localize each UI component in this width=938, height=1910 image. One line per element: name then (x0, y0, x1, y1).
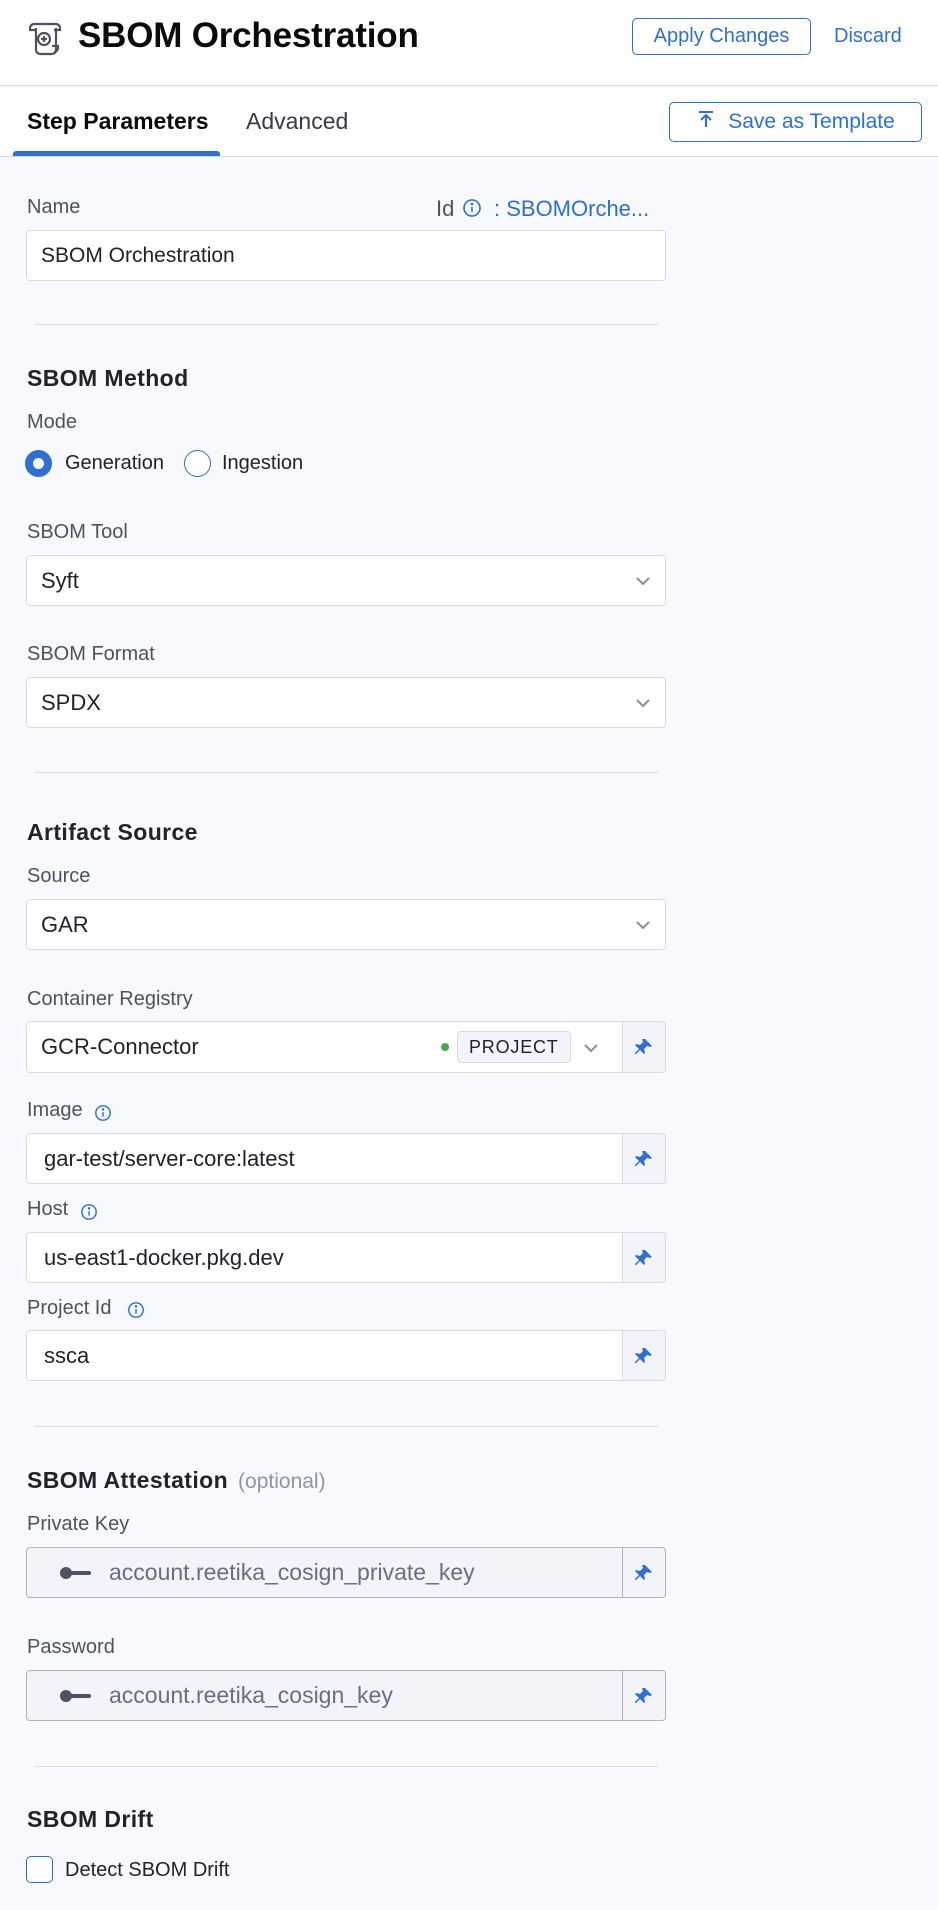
host-label: Host (27, 1198, 69, 1220)
container-registry-value: GCR-Connector (41, 1034, 199, 1059)
apply-changes-button[interactable]: Apply Changes (632, 18, 811, 55)
section-title-sbom-attestation: SBOM Attestation (optional) (27, 1467, 326, 1494)
sbom-tool-value: Syft (41, 567, 79, 593)
chevron-down-icon (636, 920, 650, 929)
image-label: Image (27, 1099, 83, 1121)
pin-icon (635, 1564, 652, 1580)
pin-icon (635, 1687, 652, 1703)
source-select[interactable]: GAR (26, 899, 666, 950)
password-label: Password (27, 1636, 115, 1658)
sbom-format-label: SBOM Format (27, 643, 155, 665)
pin-icon (635, 1347, 652, 1363)
tab-step-parameters[interactable]: Step Parameters (27, 108, 209, 135)
tab-advanced[interactable]: Advanced (246, 108, 348, 135)
page-title: SBOM Orchestration (78, 16, 419, 55)
scroll-plus-icon (24, 18, 64, 58)
radio-generation-label[interactable]: Generation (65, 452, 164, 475)
attestation-title: SBOM Attestation (27, 1467, 229, 1493)
image-input[interactable]: gar-test/server-core:latest (26, 1133, 623, 1184)
radio-ingestion[interactable] (184, 450, 211, 477)
upload-icon (696, 109, 716, 135)
info-icon[interactable] (94, 1104, 112, 1127)
pin-button-private-key[interactable] (623, 1547, 666, 1598)
pin-button-image[interactable] (623, 1133, 666, 1184)
info-icon[interactable] (80, 1203, 98, 1226)
divider (34, 772, 658, 773)
private-key-value: account.reetika_cosign_private_key (109, 1559, 475, 1585)
id-label: Id (436, 196, 455, 221)
pin-button-password[interactable] (623, 1670, 666, 1721)
section-title-sbom-drift: SBOM Drift (27, 1806, 154, 1832)
pin-icon (635, 1039, 652, 1054)
key-icon (60, 1566, 91, 1579)
connected-status-dot (441, 1043, 449, 1051)
private-key-label: Private Key (27, 1513, 130, 1535)
scope-badge: PROJECT (457, 1031, 571, 1063)
name-input[interactable]: SBOM Orchestration (26, 230, 666, 281)
sbom-tool-select[interactable]: Syft (26, 555, 666, 606)
radio-ingestion-label[interactable]: Ingestion (222, 452, 303, 475)
pin-icon (635, 1150, 652, 1166)
project-id-input[interactable]: ssca (26, 1330, 623, 1381)
chevron-down-icon (636, 698, 650, 707)
project-id-label: Project Id (27, 1297, 112, 1319)
password-value: account.reetika_cosign_key (109, 1682, 393, 1708)
chevron-down-icon (636, 576, 650, 585)
optional-tag: (optional) (238, 1470, 326, 1493)
active-tab-indicator (13, 151, 220, 156)
detect-drift-checkbox[interactable] (26, 1856, 53, 1883)
sbom-format-value: SPDX (41, 689, 101, 715)
discard-button[interactable]: Discard (834, 18, 902, 55)
pin-button-registry[interactable] (623, 1021, 666, 1073)
save-as-template-button[interactable]: Save as Template (669, 102, 922, 142)
section-title-sbom-method: SBOM Method (27, 365, 189, 391)
info-icon[interactable] (127, 1301, 145, 1324)
name-label: Name (27, 196, 81, 218)
pin-button-project-id[interactable] (623, 1330, 666, 1381)
container-registry-label: Container Registry (27, 988, 193, 1010)
radio-generation[interactable] (25, 450, 52, 477)
id-value[interactable]: : SBOMOrche... (494, 196, 649, 222)
divider (34, 1766, 658, 1767)
host-input[interactable]: us-east1-docker.pkg.dev (26, 1232, 623, 1283)
container-registry-select[interactable]: GCR-Connector PROJECT (26, 1021, 623, 1073)
section-title-artifact-source: Artifact Source (27, 819, 198, 845)
save-as-template-label: Save as Template (728, 110, 895, 133)
mode-label: Mode (27, 411, 78, 433)
sbom-format-select[interactable]: SPDX (26, 677, 666, 728)
chevron-down-icon (584, 1044, 598, 1053)
sbom-tool-label: SBOM Tool (27, 521, 128, 543)
detect-drift-label[interactable]: Detect SBOM Drift (65, 1859, 229, 1882)
key-icon (60, 1689, 91, 1702)
divider (34, 324, 658, 325)
pin-icon (635, 1249, 652, 1265)
password-secret-field[interactable]: account.reetika_cosign_key (26, 1670, 623, 1721)
info-icon[interactable] (462, 198, 482, 223)
source-value: GAR (41, 911, 89, 937)
divider (34, 1426, 658, 1427)
private-key-secret-field[interactable]: account.reetika_cosign_private_key (26, 1547, 623, 1598)
source-label: Source (27, 865, 91, 887)
pin-button-host[interactable] (623, 1232, 666, 1283)
